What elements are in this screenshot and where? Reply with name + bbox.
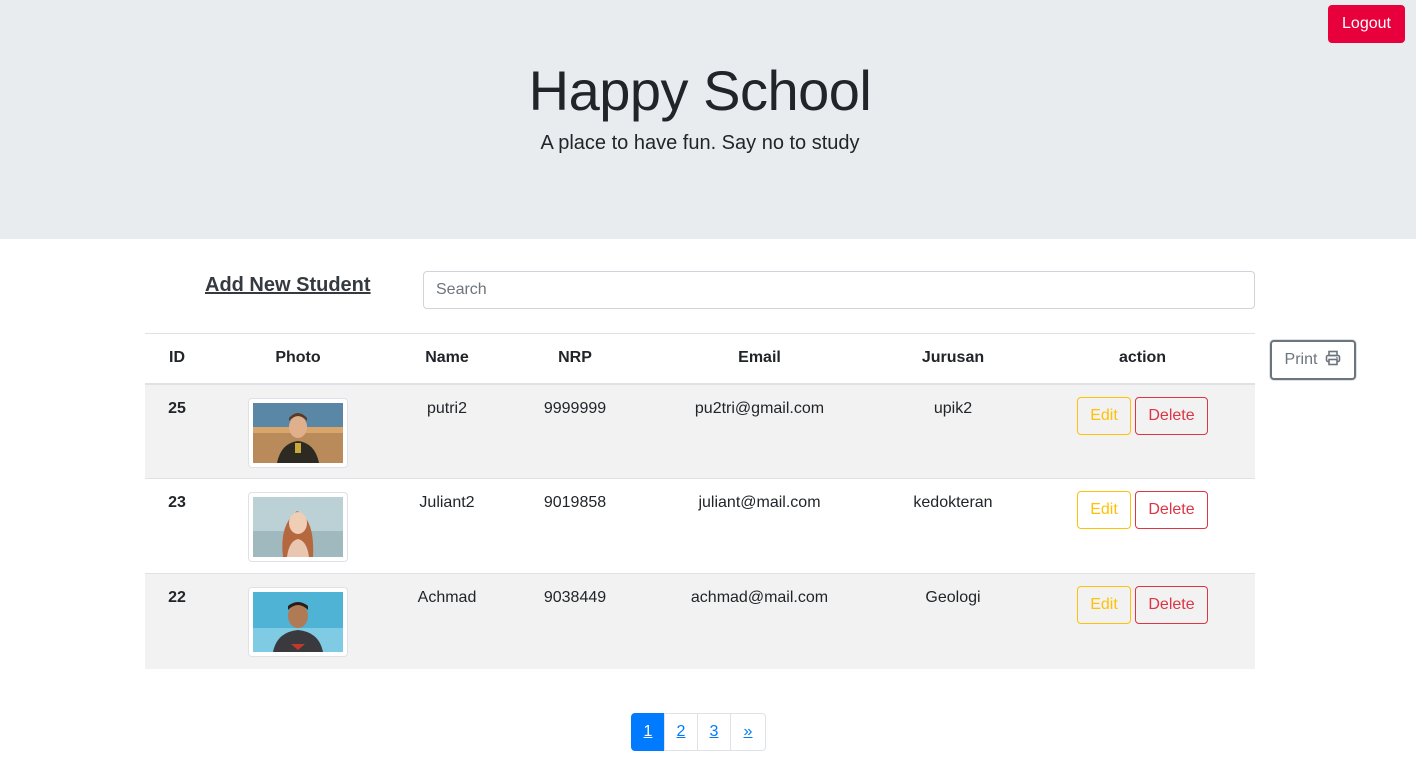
header-action: action <box>1030 333 1255 385</box>
cell-id: 25 <box>145 383 209 479</box>
cell-photo <box>209 383 387 479</box>
cell-email: pu2tri@gmail.com <box>643 383 876 479</box>
header-photo: Photo <box>209 333 387 385</box>
cell-email: juliant@mail.com <box>643 478 876 574</box>
delete-button[interactable]: Delete <box>1135 491 1208 529</box>
page-link-1[interactable]: 1 <box>631 713 665 751</box>
jumbotron-header: Happy School A place to have fun. Say no… <box>0 0 1416 239</box>
print-label: Print <box>1284 351 1318 368</box>
logout-button[interactable]: Logout <box>1328 5 1405 43</box>
add-new-student-link[interactable]: Add New Student <box>205 274 371 297</box>
table-row: 25 putri2 9999999 pu2tri@gmail.com upik2… <box>145 383 1255 479</box>
page-link-3[interactable]: 3 <box>697 713 731 751</box>
page-title: Happy School <box>528 59 872 122</box>
header-name: Name <box>387 333 507 385</box>
cell-jurusan: upik2 <box>876 383 1030 479</box>
cell-nrp: 9038449 <box>507 573 643 669</box>
cell-name: Achmad <box>387 573 507 669</box>
next-page-link[interactable]: » <box>730 713 766 751</box>
students-table: ID Photo Name NRP Email Jurusan action 2… <box>145 333 1255 669</box>
print-button[interactable]: Print <box>1270 340 1356 380</box>
header-jurusan: Jurusan <box>876 333 1030 385</box>
cell-nrp: 9019858 <box>507 478 643 574</box>
table-row: 22 Achmad 9038449 achmad@mail.com Geolog… <box>145 573 1255 669</box>
cell-photo <box>209 478 387 574</box>
student-photo <box>248 492 348 562</box>
table-row: 23 Juliant2 9019858 juliant@mail.com ked… <box>145 478 1255 574</box>
cell-photo <box>209 573 387 669</box>
cell-name: putri2 <box>387 383 507 479</box>
header-id: ID <box>145 333 209 385</box>
header-email: Email <box>643 333 876 385</box>
cell-actions: Edit Delete <box>1030 573 1255 669</box>
delete-button[interactable]: Delete <box>1135 586 1208 624</box>
header-nrp: NRP <box>507 333 643 385</box>
page-link-2[interactable]: 2 <box>664 713 698 751</box>
table-header-row: ID Photo Name NRP Email Jurusan action <box>145 333 1255 385</box>
cell-jurusan: Geologi <box>876 573 1030 669</box>
edit-button[interactable]: Edit <box>1077 586 1131 624</box>
cell-email: achmad@mail.com <box>643 573 876 669</box>
delete-button[interactable]: Delete <box>1135 396 1208 435</box>
cell-nrp: 9999999 <box>507 383 643 479</box>
page-subtitle: A place to have fun. Say no to study <box>540 132 860 154</box>
student-photo <box>248 587 348 657</box>
pagination: 1 2 3 » <box>631 713 766 751</box>
cell-id: 22 <box>145 573 209 669</box>
cell-id: 23 <box>145 478 209 574</box>
printer-icon <box>1325 350 1341 371</box>
cell-actions: Edit Delete <box>1030 383 1255 479</box>
cell-actions: Edit Delete <box>1030 478 1255 574</box>
cell-name: Juliant2 <box>387 478 507 574</box>
edit-button[interactable]: Edit <box>1077 491 1131 529</box>
edit-button[interactable]: Edit <box>1077 396 1131 435</box>
search-input[interactable] <box>423 271 1255 309</box>
student-photo <box>248 397 348 468</box>
cell-jurusan: kedokteran <box>876 478 1030 574</box>
